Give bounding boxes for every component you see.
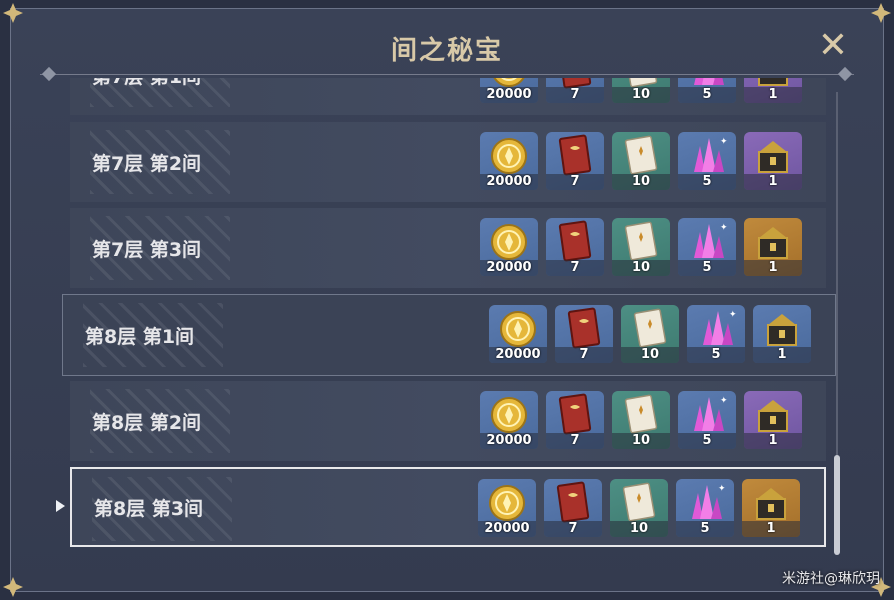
reward-items: 20000 7 10 ✦5 1 <box>480 78 802 103</box>
item-count: 10 <box>612 260 670 276</box>
scroll-icon[interactable]: 10 <box>612 132 670 190</box>
item-count: 1 <box>744 260 802 276</box>
reward-row[interactable]: 第8层 第3间 20000 7 10 ✦ 5 1 <box>70 467 826 547</box>
scrollbar-thumb[interactable] <box>834 455 840 555</box>
red-book-icon[interactable]: 7 <box>544 479 602 537</box>
pink-crystal-icon[interactable]: ✦5 <box>678 218 736 276</box>
scroll-icon[interactable]: 10 <box>612 218 670 276</box>
item-count: 10 <box>612 174 670 190</box>
item-count: 10 <box>621 347 679 363</box>
scroll-icon[interactable]: 10 <box>610 479 668 537</box>
item-count: 20000 <box>480 433 538 449</box>
red-book-icon[interactable]: 7 <box>546 78 604 103</box>
item-count: 5 <box>678 174 736 190</box>
treasure-chest-icon[interactable]: 1 <box>742 479 800 537</box>
item-count: 5 <box>687 347 745 363</box>
row-label: 第8层 第3间 <box>94 497 204 520</box>
pink-crystal-icon[interactable]: ✦5 <box>687 305 745 363</box>
mora-coin-icon[interactable]: 20000 <box>480 218 538 276</box>
title-divider <box>40 66 854 82</box>
item-count: 7 <box>544 521 602 537</box>
corner-ornament-icon <box>870 2 892 24</box>
reward-row[interactable]: 第8层 第1间 20000 7 10 ✦ 5 1 <box>62 294 836 376</box>
item-count: 10 <box>610 521 668 537</box>
red-book-icon[interactable]: 7 <box>546 218 604 276</box>
item-count: 1 <box>744 87 802 103</box>
reward-items: 20000710✦51 <box>480 391 802 449</box>
reward-row[interactable]: 第7层 第1间 20000 7 10 ✦5 1 <box>70 78 826 115</box>
reward-items: 20000710✦51 <box>480 218 802 276</box>
dialog-title: 间之秘宝 <box>390 36 503 66</box>
treasure-chest-icon[interactable]: 1 <box>744 78 802 103</box>
item-count: 7 <box>546 433 604 449</box>
item-count: 1 <box>744 433 802 449</box>
item-count: 20000 <box>489 347 547 363</box>
watermark: 米游社@琳欣玥 <box>782 571 880 587</box>
scroll-icon[interactable]: 10 <box>612 78 670 103</box>
item-count: 20000 <box>478 521 536 537</box>
item-count: 5 <box>678 260 736 276</box>
item-count: 10 <box>612 433 670 449</box>
item-count: 20000 <box>480 260 538 276</box>
row-label: 第7层 第3间 <box>92 238 202 261</box>
svg-text:✦: ✦ <box>720 396 728 406</box>
treasure-chest-icon[interactable]: 1 <box>744 391 802 449</box>
item-count: 1 <box>744 174 802 190</box>
item-count: 7 <box>546 174 604 190</box>
treasure-chest-icon[interactable]: 1 <box>753 305 811 363</box>
item-count: 5 <box>678 433 736 449</box>
red-book-icon[interactable]: 7 <box>546 391 604 449</box>
treasure-chest-icon[interactable]: 1 <box>744 132 802 190</box>
row-label: 第8层 第2间 <box>92 411 202 434</box>
reward-row[interactable]: 第7层 第3间 20000 7 10 ✦ 5 1 <box>70 208 826 288</box>
item-count: 10 <box>612 87 670 103</box>
pink-crystal-icon[interactable]: ✦5 <box>676 479 734 537</box>
reward-items: 20000710✦51 <box>478 479 800 537</box>
reward-row[interactable]: 第7层 第2间 20000 7 10 ✦ 5 1 <box>70 122 826 202</box>
red-book-icon[interactable]: 7 <box>546 132 604 190</box>
item-count: 20000 <box>480 87 538 103</box>
scroll-icon[interactable]: 10 <box>621 305 679 363</box>
pink-crystal-icon[interactable]: ✦5 <box>678 132 736 190</box>
reward-list[interactable]: 第7层 第1间20000710✦51第7层 第2间20000710✦51第7层 … <box>60 78 840 558</box>
item-count: 7 <box>555 347 613 363</box>
item-count: 5 <box>676 521 734 537</box>
item-count: 1 <box>753 347 811 363</box>
reward-items: 20000710✦51 <box>480 132 802 190</box>
scroll-icon[interactable]: 10 <box>612 391 670 449</box>
item-count: 1 <box>742 521 800 537</box>
svg-text:✦: ✦ <box>729 310 737 320</box>
mora-coin-icon[interactable]: 20000 <box>480 78 538 103</box>
selection-arrow-icon <box>56 500 65 512</box>
corner-ornament-icon <box>2 576 24 598</box>
row-label: 第8层 第1间 <box>85 325 195 348</box>
svg-text:✦: ✦ <box>720 223 728 233</box>
close-icon[interactable]: ✕ <box>815 28 851 64</box>
reward-items: 20000710✦51 <box>489 305 811 363</box>
mora-coin-icon[interactable]: 20000 <box>478 479 536 537</box>
item-count: 20000 <box>480 174 538 190</box>
pink-crystal-icon[interactable]: ✦5 <box>678 391 736 449</box>
mora-coin-icon[interactable]: 20000 <box>480 391 538 449</box>
red-book-icon[interactable]: 7 <box>555 305 613 363</box>
item-count: 5 <box>678 87 736 103</box>
row-label: 第7层 第1间 <box>92 78 201 115</box>
row-label: 第7层 第2间 <box>92 152 202 175</box>
mora-coin-icon[interactable]: 20000 <box>480 132 538 190</box>
mora-coin-icon[interactable]: 20000 <box>489 305 547 363</box>
item-count: 7 <box>546 260 604 276</box>
treasure-chest-icon[interactable]: 1 <box>744 218 802 276</box>
item-count: 7 <box>546 87 604 103</box>
svg-text:✦: ✦ <box>718 484 726 494</box>
reward-row[interactable]: 第8层 第2间 20000 7 10 ✦ 5 1 <box>70 381 826 461</box>
pink-crystal-icon[interactable]: ✦5 <box>678 78 736 103</box>
svg-text:✦: ✦ <box>720 137 728 147</box>
corner-ornament-icon <box>2 2 24 24</box>
